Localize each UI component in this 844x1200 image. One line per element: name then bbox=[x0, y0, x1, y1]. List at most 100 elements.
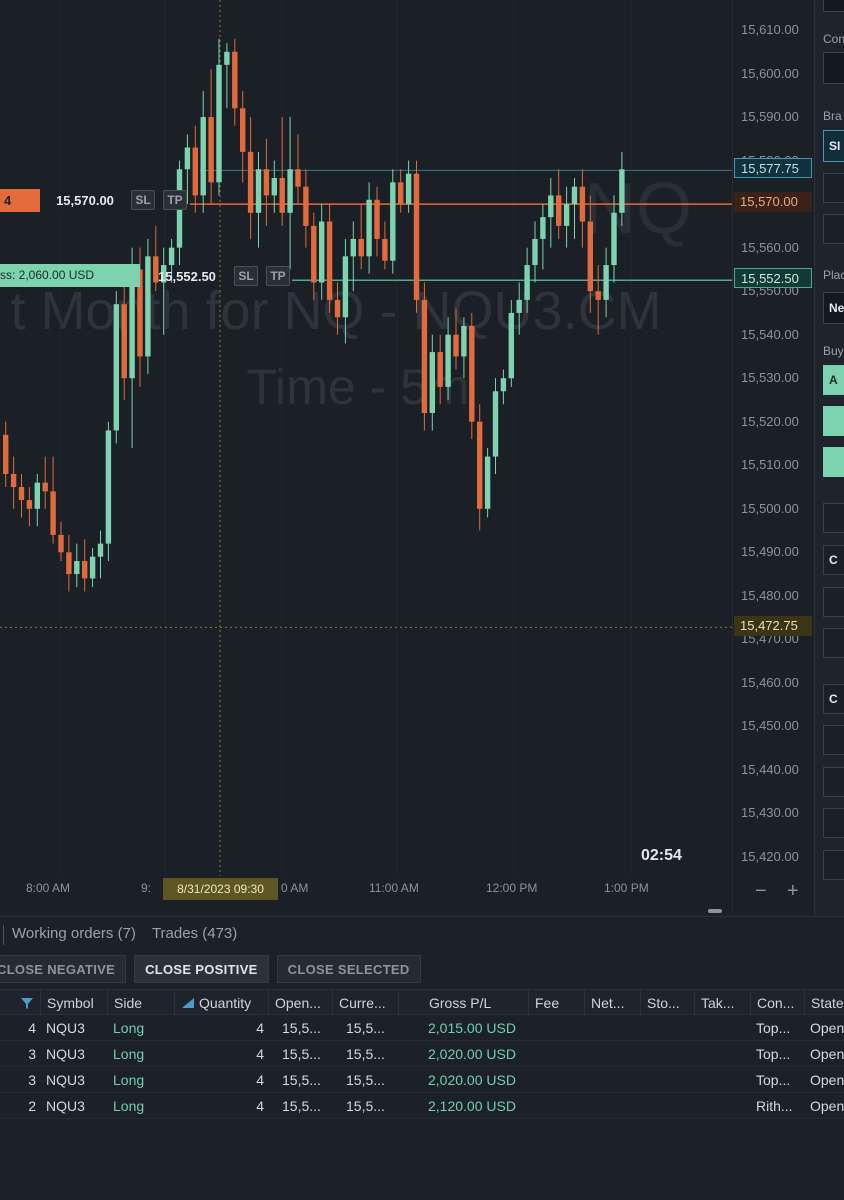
candle-body bbox=[303, 186, 309, 226]
price-chart[interactable]: t Month for NQ - NQU3.CM Time - 5m NQ 4 … bbox=[0, 0, 732, 912]
positions-panel: Working orders (7) Trades (473) CLOSE NE… bbox=[0, 909, 844, 1200]
col-open-price[interactable]: Open... bbox=[268, 990, 332, 1016]
table-row[interactable]: 3 NQU3 Long 4 15,5... 15,5... 2,020.00 USD Top.… bbox=[0, 1067, 844, 1093]
col-symbol[interactable]: Symbol bbox=[40, 990, 107, 1016]
table-row[interactable]: 2 NQU3 Long 4 15,5... 15,5... 2,120.00 USD Rith… bbox=[0, 1093, 844, 1119]
bracket-field-2[interactable] bbox=[823, 214, 844, 244]
table-row[interactable]: 3 NQU3 Long 4 15,5... 15,5... 2,020.00 USD Top.… bbox=[0, 1041, 844, 1067]
buy-ask-text: A bbox=[829, 373, 838, 387]
order-sl-button[interactable]: SL bbox=[131, 190, 155, 210]
buy-bid-button[interactable] bbox=[823, 406, 844, 436]
candle-body bbox=[413, 173, 420, 300]
candle-body bbox=[208, 117, 214, 183]
col-stop-loss[interactable]: Sto... bbox=[640, 990, 694, 1016]
candle-body bbox=[319, 221, 325, 283]
buy-market-button[interactable] bbox=[823, 447, 844, 477]
cell-current-price: 15,5... bbox=[346, 1020, 385, 1036]
panel-top-field[interactable] bbox=[823, 0, 844, 12]
candle-body bbox=[216, 64, 222, 183]
cell-connection: Rith... bbox=[756, 1098, 793, 1114]
zoom-in-icon[interactable]: + bbox=[787, 880, 799, 903]
cell-id: 3 bbox=[28, 1072, 36, 1088]
contract-field[interactable] bbox=[823, 52, 844, 84]
candle-body bbox=[405, 173, 412, 205]
zoom-out-icon[interactable]: − bbox=[755, 880, 767, 903]
candle-body bbox=[311, 225, 317, 283]
candle-body bbox=[263, 169, 270, 196]
price-axis[interactable]: 15,610.0015,600.0015,590.0015,580.0015,5… bbox=[732, 0, 814, 912]
panel-label-place: Plac bbox=[823, 268, 844, 282]
candle-body bbox=[97, 543, 104, 557]
tab-trades[interactable]: Trades (473) bbox=[152, 923, 237, 947]
table-row[interactable]: 4 NQU3 Long 4 15,5... 15,5... 2,015.00 USD Top.… bbox=[0, 1015, 844, 1041]
price-tick: 15,560.00 bbox=[741, 239, 799, 255]
tab-working-orders[interactable]: Working orders (7) bbox=[12, 923, 136, 947]
filter-icon[interactable] bbox=[20, 996, 34, 1010]
cell-state: Open bbox=[810, 1046, 844, 1062]
cell-gross-pl: 2,020.00 USD bbox=[428, 1046, 516, 1062]
col-connection[interactable]: Con... bbox=[750, 990, 804, 1016]
order-quantity-tag[interactable]: 4 bbox=[0, 189, 40, 212]
bracket-field-1[interactable] bbox=[823, 173, 844, 203]
price-tick: 15,480.00 bbox=[741, 587, 799, 603]
price-tick: 15,540.00 bbox=[741, 326, 799, 342]
panel-resize-handle[interactable] bbox=[708, 909, 722, 913]
order-tp-button[interactable]: TP bbox=[163, 190, 187, 210]
candle-body bbox=[82, 561, 88, 579]
cell-open-price: 15,5... bbox=[282, 1072, 321, 1088]
cell-open-price: 15,5... bbox=[282, 1020, 321, 1036]
close-negative-button[interactable]: CLOSE NEGATIVE bbox=[0, 955, 127, 983]
candle-body bbox=[500, 378, 507, 392]
cell-id: 3 bbox=[28, 1046, 36, 1062]
cell-gross-pl: 2,120.00 USD bbox=[428, 1098, 516, 1114]
candle-body bbox=[445, 334, 451, 387]
panel-button-4[interactable] bbox=[823, 628, 844, 658]
panel-button-6[interactable] bbox=[823, 725, 844, 755]
candle-body bbox=[548, 195, 554, 218]
cell-symbol: NQU3 bbox=[46, 1072, 85, 1088]
candle-body bbox=[469, 325, 475, 422]
candlestick-plot bbox=[0, 0, 732, 876]
candle-body bbox=[58, 534, 64, 553]
candle-body bbox=[556, 195, 562, 226]
crosshair-date-label: 8/31/2023 09:30 bbox=[163, 878, 278, 900]
candle-body bbox=[42, 482, 48, 492]
col-side[interactable]: Side bbox=[107, 990, 174, 1016]
col-current-price[interactable]: Curre... bbox=[332, 990, 398, 1016]
col-gross-pl[interactable]: Gross P/L bbox=[398, 990, 528, 1016]
candle-body bbox=[74, 561, 80, 575]
col-state[interactable]: State bbox=[804, 990, 844, 1016]
position-tp-button[interactable]: TP bbox=[266, 266, 290, 286]
panel-button-3[interactable] bbox=[823, 587, 844, 617]
panel-button-7[interactable] bbox=[823, 767, 844, 797]
col-fee[interactable]: Fee bbox=[528, 990, 584, 1016]
position-price-tag[interactable]: 15,552.50 bbox=[146, 265, 228, 288]
candle-body bbox=[287, 169, 293, 213]
close-positive-button[interactable]: CLOSE POSITIVE bbox=[134, 955, 269, 983]
order-price-tag[interactable]: 15,570.00 bbox=[44, 189, 126, 212]
position-pl-tag[interactable]: ss: 2,060.00 USD bbox=[0, 264, 140, 287]
candle-body bbox=[587, 221, 593, 292]
candle-body bbox=[390, 182, 396, 261]
panel-button-9[interactable] bbox=[823, 850, 844, 880]
candle-body bbox=[279, 177, 285, 213]
candle-body bbox=[3, 434, 9, 474]
candle-body bbox=[192, 147, 198, 196]
cell-quantity: 4 bbox=[256, 1098, 264, 1114]
panel-button-1[interactable] bbox=[823, 503, 844, 533]
cell-current-price: 15,5... bbox=[346, 1098, 385, 1114]
price-tick: 15,520.00 bbox=[741, 413, 799, 429]
candle-body bbox=[232, 51, 238, 109]
filter-column[interactable] bbox=[0, 990, 40, 1016]
price-tick: 15,420.00 bbox=[741, 849, 799, 864]
candle-body bbox=[437, 352, 443, 387]
place-select-text: Ne bbox=[829, 301, 844, 315]
col-take-profit[interactable]: Tak... bbox=[694, 990, 750, 1016]
col-net-pl[interactable]: Net... bbox=[584, 990, 640, 1016]
panel-button-8[interactable] bbox=[823, 808, 844, 838]
close-selected-button[interactable]: CLOSE SELECTED bbox=[276, 955, 421, 983]
candle-body bbox=[619, 169, 625, 213]
col-quantity[interactable]: Quantity bbox=[174, 990, 268, 1016]
candle-body bbox=[524, 265, 530, 300]
position-sl-button[interactable]: SL bbox=[234, 266, 258, 286]
